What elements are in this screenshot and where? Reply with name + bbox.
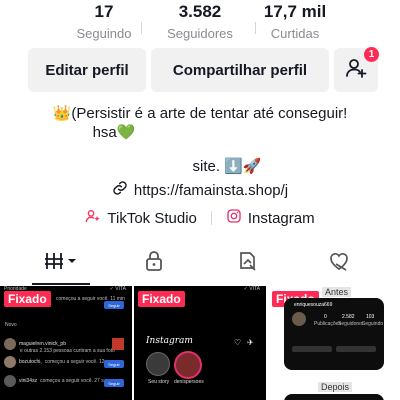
tiktok-studio-link[interactable]: TikTok Studio bbox=[85, 208, 197, 228]
active-tab-indicator bbox=[32, 283, 90, 285]
tiktok-studio-icon bbox=[85, 208, 101, 228]
stat-likes[interactable]: 17,7 mil Curtidas bbox=[240, 2, 350, 43]
screenshot-button bbox=[292, 346, 332, 352]
add-friend-icon bbox=[344, 56, 368, 84]
screenshot-following-label: Seguindo bbox=[362, 321, 384, 327]
video-thumbnail[interactable]: Fixado ✓ VITA Prioridade começou a segui… bbox=[0, 286, 132, 400]
instagram-icon bbox=[226, 208, 242, 228]
brand-mark: ✓ VITA bbox=[243, 286, 260, 292]
screenshot-posts-label: Publicações bbox=[314, 321, 341, 327]
pinned-badge: Fixado bbox=[4, 291, 51, 307]
avatar bbox=[4, 375, 16, 387]
heart-icon: ♡ bbox=[234, 338, 242, 347]
instagram-link[interactable]: Instagram bbox=[226, 208, 315, 228]
video-grid: Fixado ✓ VITA Prioridade começou a segui… bbox=[0, 286, 400, 400]
notification-text: começou a seguir você. 27 s bbox=[40, 378, 104, 384]
tiktok-studio-label: TikTok Studio bbox=[107, 209, 197, 227]
messages-icon: ✈ bbox=[247, 338, 254, 347]
video-thumbnail[interactable]: Fixado ✓ VITA Instagram ♡ ✈ Seu story de… bbox=[134, 286, 266, 400]
linked-apps: TikTok Studio Instagram bbox=[0, 208, 400, 228]
notification-text: começou a seguir você. 12 s bbox=[44, 359, 109, 365]
screenshot-following: 103 bbox=[366, 314, 375, 320]
stat-followers[interactable]: 3.582 Seguidores bbox=[145, 2, 255, 43]
tab-private[interactable] bbox=[129, 246, 179, 280]
notification-row: bozutochi, começou a seguir você. 12 s bbox=[4, 356, 108, 368]
followers-label: Seguidores bbox=[167, 26, 233, 41]
story-avatar bbox=[146, 352, 170, 376]
tab-liked[interactable] bbox=[314, 246, 364, 280]
bio-line-1: 👑(Persistir é a arte de tentar até conse… bbox=[52, 105, 348, 122]
notification-row: vini34sz começou a seguir você. 27 s bbox=[4, 375, 104, 387]
videos-grid-icon bbox=[43, 250, 79, 277]
screenshot-username: enriquesouza669 bbox=[294, 302, 333, 308]
instagram-wordmark: Instagram bbox=[146, 336, 193, 346]
lock-icon bbox=[144, 250, 164, 277]
tab-reposts[interactable] bbox=[222, 246, 272, 280]
liked-icon bbox=[327, 250, 351, 277]
notification-text: e outras 2.153 pessoas curtiram a sua fo… bbox=[20, 348, 115, 354]
share-profile-button[interactable]: Compartilhar perfil bbox=[151, 48, 329, 92]
bio-line-2: hsa💚 bbox=[92, 124, 136, 141]
pinned-badge: Fixado bbox=[138, 291, 185, 307]
apps-divider bbox=[210, 211, 212, 225]
repost-icon bbox=[236, 250, 258, 277]
bio-link[interactable]: https://famainsta.shop/j bbox=[0, 180, 400, 200]
section-label: Prioridade bbox=[4, 286, 27, 292]
likes-count: 17,7 mil bbox=[263, 2, 327, 21]
brand-mark: ✓ VITA bbox=[109, 286, 126, 292]
notification-user: vini34sz bbox=[19, 378, 38, 384]
profile-tabs bbox=[0, 246, 400, 282]
following-count: 17 bbox=[94, 2, 114, 21]
bio-line-3: site. ⬇️🚀 bbox=[192, 158, 262, 175]
notification-user: maguielren.vinick_pb bbox=[19, 341, 66, 347]
stat-following[interactable]: 17 Seguindo bbox=[49, 2, 159, 43]
link-text: https://famainsta.shop/j bbox=[133, 181, 289, 199]
likes-label: Curtidas bbox=[270, 26, 320, 41]
post-thumbnail bbox=[112, 338, 124, 350]
before-label: Antes bbox=[322, 287, 352, 297]
story-label: denispersoes bbox=[174, 379, 204, 385]
edit-profile-button[interactable]: Editar perfil bbox=[28, 48, 146, 92]
followers-count: 3.582 bbox=[178, 2, 222, 21]
screenshot-posts: 0 bbox=[324, 314, 327, 320]
follow-button-mini: Seguir bbox=[104, 301, 124, 309]
tab-videos[interactable] bbox=[36, 246, 86, 280]
notification-badge: 1 bbox=[364, 47, 379, 62]
story-label: Seu story bbox=[148, 379, 170, 385]
following-label: Seguindo bbox=[76, 26, 132, 41]
profile-screenshot-before: enriquesouza669 0 2.582 103 Publicações … bbox=[284, 298, 384, 370]
avatar bbox=[4, 356, 16, 368]
link-icon bbox=[112, 180, 128, 200]
video-thumbnail[interactable]: Fixado Antes enriquesouza669 0 2.582 103… bbox=[268, 286, 400, 400]
story-avatar bbox=[174, 351, 202, 379]
screenshot-followers-label: Seguidores bbox=[338, 321, 364, 327]
add-friends-button[interactable]: 1 bbox=[334, 47, 379, 92]
after-label: Depois bbox=[318, 382, 353, 392]
screenshot-followers: 2.582 bbox=[342, 314, 355, 320]
follow-button-mini: Seguir bbox=[104, 379, 124, 387]
screenshot-button bbox=[336, 346, 376, 352]
avatar bbox=[4, 338, 16, 350]
notification-user: bozutochi, bbox=[19, 359, 42, 365]
avatar bbox=[292, 312, 306, 326]
instagram-label: Instagram bbox=[247, 209, 315, 227]
profile-screenshot-after bbox=[284, 394, 384, 400]
section-label: Novo bbox=[5, 322, 17, 328]
stat-divider bbox=[141, 22, 142, 34]
profile-stats: 17 Seguindo 3.582 Seguidores 17,7 mil Cu… bbox=[0, 0, 400, 46]
follow-button-mini: Seguir bbox=[104, 360, 124, 368]
